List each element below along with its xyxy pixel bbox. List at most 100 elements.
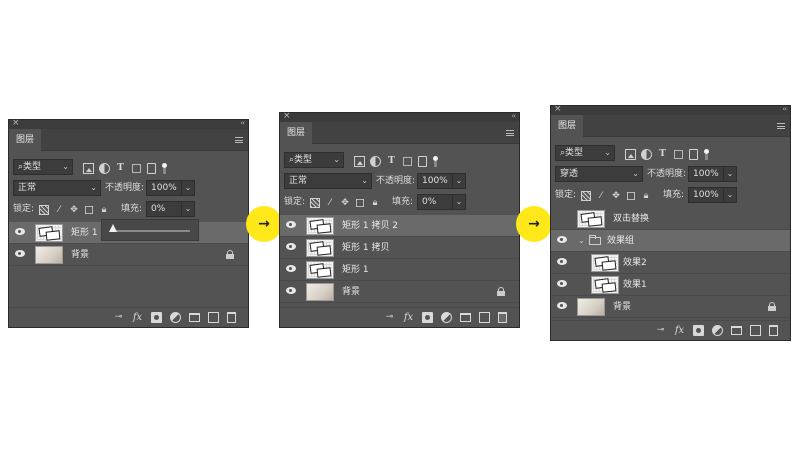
fill-dropdown-button[interactable]: ⌄ (452, 194, 466, 210)
mask-icon[interactable] (693, 325, 704, 336)
eye-icon[interactable] (557, 258, 567, 265)
opacity-dropdown-button[interactable]: ⌄ (723, 166, 737, 182)
type-filter-icon[interactable]: T (657, 149, 668, 160)
opacity-dropdown-button[interactable]: ⌄ (452, 173, 466, 189)
fill-dropdown-button[interactable]: ⌄ (723, 187, 737, 203)
folder-icon[interactable] (189, 313, 200, 322)
lock-transparent-icon[interactable] (39, 205, 49, 215)
adjustment-icon[interactable] (712, 325, 723, 336)
blend-mode-select[interactable]: 正常 ⌄ (284, 173, 372, 189)
adjustment-filter-icon[interactable] (641, 148, 652, 160)
eye-icon[interactable] (557, 236, 567, 243)
lock-transparent-icon[interactable] (581, 191, 591, 201)
lock-all-icon[interactable]: 🔒︎ (641, 191, 651, 201)
layer-row[interactable]: 矩形 1 拷贝 (280, 237, 519, 259)
eye-icon[interactable] (15, 228, 25, 235)
fx-icon[interactable]: fx (674, 325, 685, 336)
smartobject-filter-icon[interactable] (689, 148, 698, 160)
shape-filter-icon[interactable] (674, 149, 683, 159)
eye-icon[interactable] (286, 243, 296, 250)
tab-layers[interactable]: 图层 (551, 115, 583, 137)
new-layer-icon[interactable] (208, 312, 219, 323)
lock-artboard-icon[interactable] (627, 192, 635, 200)
lock-all-icon[interactable]: 🔒︎ (99, 205, 109, 215)
menu-icon[interactable] (235, 137, 243, 143)
layer-row[interactable]: 效果2 (551, 252, 790, 274)
trash-icon[interactable] (769, 325, 778, 336)
lock-artboard-icon[interactable] (85, 206, 93, 214)
folder-icon[interactable] (460, 313, 471, 322)
lock-move-icon[interactable]: ✥ (611, 191, 621, 201)
menu-icon[interactable] (506, 130, 514, 136)
blend-mode-select[interactable]: 正常 ⌄ (13, 180, 101, 196)
adjustment-filter-icon[interactable] (370, 155, 381, 167)
trash-icon[interactable] (227, 312, 236, 323)
tab-layers[interactable]: 图层 (280, 122, 312, 144)
eye-icon[interactable] (557, 280, 567, 287)
lock-artboard-icon[interactable] (356, 199, 364, 207)
layer-row[interactable]: 背景 (9, 244, 248, 266)
shape-filter-icon[interactable] (403, 156, 412, 166)
close-icon[interactable]: × (554, 104, 562, 114)
type-filter-icon[interactable]: T (386, 156, 397, 167)
fill-input[interactable]: 100% (688, 187, 724, 203)
new-layer-icon[interactable] (750, 325, 761, 336)
filter-type-select[interactable]: ⌕类型 ⌄ (555, 145, 615, 161)
lock-move-icon[interactable]: ✥ (340, 198, 350, 208)
eye-icon[interactable] (286, 221, 296, 228)
fx-icon[interactable]: fx (132, 312, 143, 323)
filter-type-select[interactable]: ⌕类型 ⌄ (13, 159, 73, 175)
expand-icon[interactable]: ⌄ (578, 230, 585, 252)
adjustment-icon[interactable] (170, 312, 181, 323)
type-filter-icon[interactable]: T (115, 163, 126, 174)
collapse-icon[interactable]: ‹‹ (240, 119, 245, 127)
link-icon[interactable] (655, 325, 666, 336)
collapse-icon[interactable]: ‹‹ (782, 105, 787, 113)
new-layer-icon[interactable] (479, 312, 490, 323)
trash-icon[interactable] (498, 312, 507, 323)
adjustment-filter-icon[interactable] (99, 162, 110, 174)
lock-paint-icon[interactable]: ⁄ (325, 198, 335, 208)
layer-row[interactable]: 双击替换 (551, 208, 790, 230)
close-icon[interactable]: × (12, 118, 20, 128)
fill-dropdown-button[interactable]: ⌄ (181, 201, 195, 217)
fill-input[interactable]: 0% (417, 194, 453, 210)
opacity-input[interactable]: 100% (146, 180, 182, 196)
lock-paint-icon[interactable]: ⁄ (54, 205, 64, 215)
opacity-dropdown-button[interactable]: ⌄ (181, 180, 195, 196)
layer-row[interactable]: 效果1 (551, 274, 790, 296)
layer-row[interactable]: 矩形 1 拷贝 2 (280, 215, 519, 237)
fill-input[interactable]: 0% (146, 201, 182, 217)
link-icon[interactable] (113, 312, 124, 323)
fill-slider-knob[interactable] (109, 224, 117, 232)
shape-filter-icon[interactable] (132, 163, 141, 173)
filter-toggle-icon[interactable] (432, 155, 439, 167)
eye-icon[interactable] (15, 250, 25, 257)
fx-icon[interactable]: fx (403, 312, 414, 323)
opacity-input[interactable]: 100% (417, 173, 453, 189)
link-icon[interactable] (384, 312, 395, 323)
eye-icon[interactable] (286, 287, 296, 294)
blend-mode-select[interactable]: 穿透 ⌄ (555, 166, 643, 182)
adjustment-icon[interactable] (441, 312, 452, 323)
lock-transparent-icon[interactable] (310, 198, 320, 208)
collapse-icon[interactable]: ‹‹ (511, 112, 516, 120)
tab-layers[interactable]: 图层 (9, 129, 41, 151)
fill-slider-track[interactable] (116, 230, 190, 232)
eye-icon[interactable] (286, 265, 296, 272)
close-icon[interactable]: × (283, 111, 291, 121)
layer-row[interactable]: 背景 (280, 281, 519, 303)
lock-all-icon[interactable]: 🔒︎ (370, 198, 380, 208)
layer-row[interactable]: 矩形 1 (280, 259, 519, 281)
layer-row[interactable]: 背景 (551, 296, 790, 318)
lock-paint-icon[interactable]: ⁄ (596, 191, 606, 201)
menu-icon[interactable] (777, 123, 785, 129)
image-filter-icon[interactable] (83, 162, 94, 174)
mask-icon[interactable] (151, 312, 162, 323)
eye-icon[interactable] (557, 302, 567, 309)
opacity-input[interactable]: 100% (688, 166, 724, 182)
filter-toggle-icon[interactable] (703, 148, 710, 160)
image-filter-icon[interactable] (354, 155, 365, 167)
smartobject-filter-icon[interactable] (147, 162, 156, 174)
lock-move-icon[interactable]: ✥ (69, 205, 79, 215)
